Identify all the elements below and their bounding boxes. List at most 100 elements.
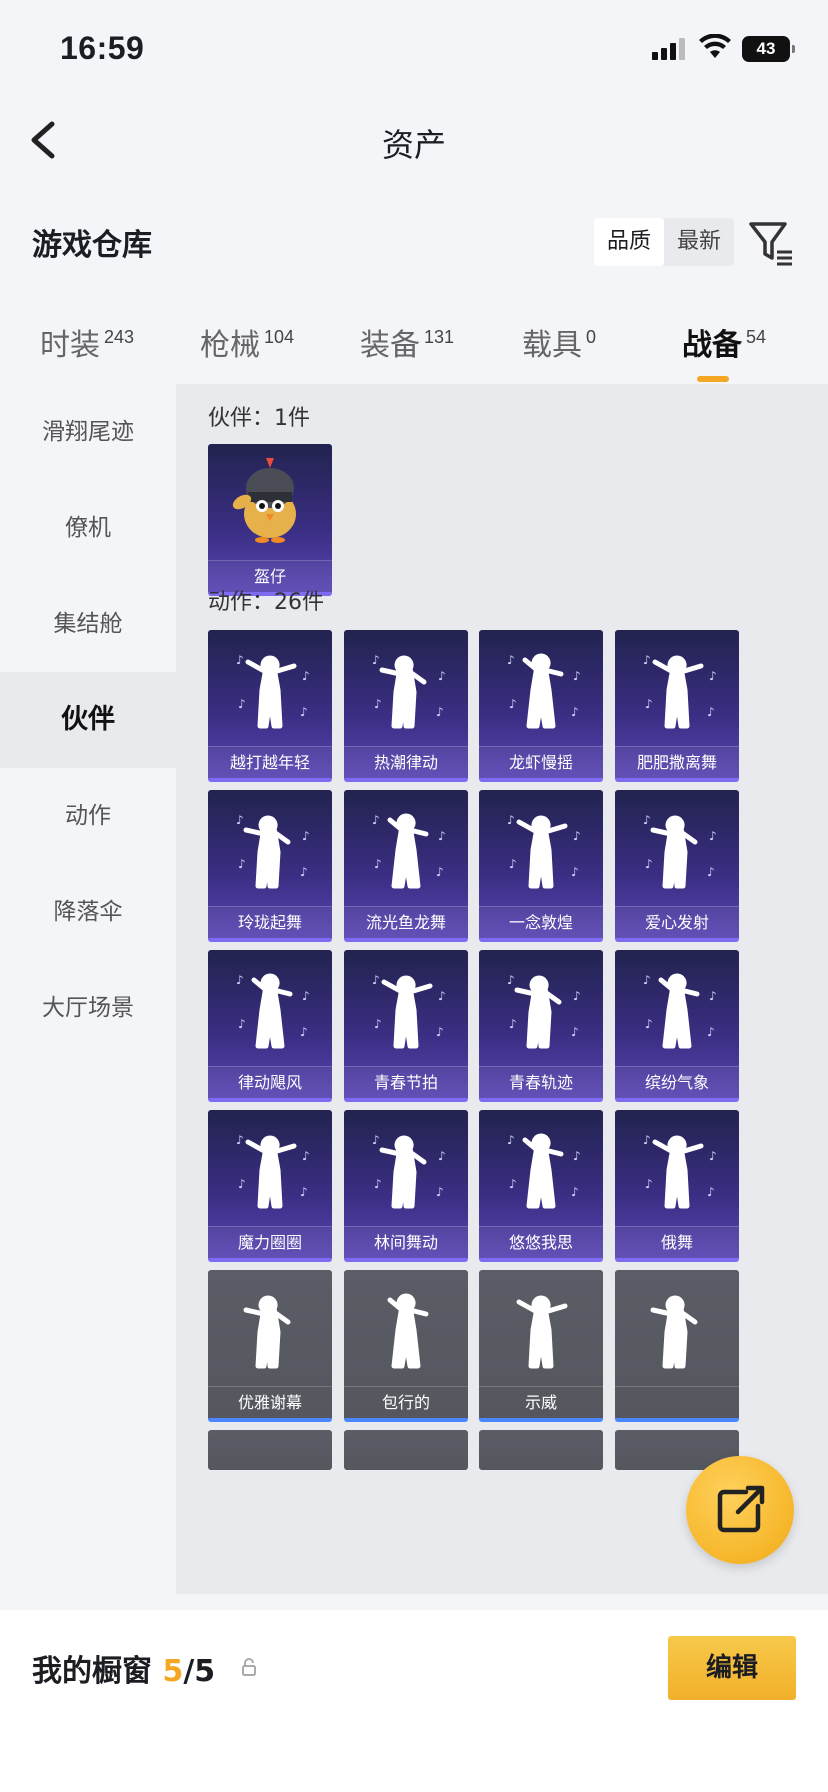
music-note-icon: ♪ <box>436 865 444 879</box>
action-card[interactable]: ♪ ♪ ♪ ♪ 爱心发射 <box>615 790 739 942</box>
side-nav: 滑翔尾迹 僚机 集结舱 伙伴 动作 降落伞 大厅场景 <box>0 384 176 1594</box>
sort-quality-button[interactable]: 品质 <box>594 218 664 266</box>
share-button[interactable] <box>686 1456 794 1564</box>
dancer-silhouette-icon: ♪ ♪ ♪ ♪ <box>236 1133 310 1209</box>
card-label: 玲珑起舞 <box>208 906 332 938</box>
action-card[interactable] <box>615 1270 739 1422</box>
music-note-icon: ♪ <box>438 989 446 1003</box>
music-note-icon: ♪ <box>302 989 310 1003</box>
battery-icon: 43 <box>742 36 795 62</box>
music-note-icon: ♪ <box>571 865 579 879</box>
dancer-silhouette-icon: ♪ ♪ ♪ ♪ <box>643 653 717 729</box>
sidebar-item-lobby-scene[interactable]: 大厅场景 <box>0 960 176 1056</box>
dancer-silhouette-icon: ♪ ♪ ♪ ♪ <box>507 653 581 729</box>
dancer-silhouette-icon: ♪ ♪ ♪ ♪ <box>372 813 446 889</box>
cellular-signal-icon <box>652 38 688 60</box>
action-card[interactable]: 优雅谢幕 <box>208 1270 332 1422</box>
action-card[interactable] <box>344 1430 468 1470</box>
partner-card[interactable]: 盔仔 <box>208 444 332 596</box>
dancer-silhouette-icon <box>650 1295 698 1369</box>
wifi-icon <box>699 34 731 58</box>
action-card[interactable]: ♪ ♪ ♪ ♪ 青春轨迹 <box>479 950 603 1102</box>
music-note-icon: ♪ <box>302 1149 310 1163</box>
action-card[interactable] <box>479 1430 603 1470</box>
action-card[interactable]: ♪ ♪ ♪ ♪ 俄舞 <box>615 1110 739 1262</box>
sidebar-item-actions[interactable]: 动作 <box>0 768 176 864</box>
sidebar-item-partner[interactable]: 伙伴 <box>0 672 176 768</box>
music-note-icon: ♪ <box>300 1025 308 1039</box>
sort-toggle: 品质 最新 <box>594 218 734 266</box>
sidebar-item-rally-pod[interactable]: 集结舱 <box>0 576 176 672</box>
card-label: 魔力圈圈 <box>208 1226 332 1258</box>
card-label: 优雅谢幕 <box>208 1386 332 1418</box>
action-card[interactable]: ♪ ♪ ♪ ♪ 肥肥撒离舞 <box>615 630 739 782</box>
music-note-icon: ♪ <box>236 973 244 987</box>
dancer-silhouette-icon: ♪ ♪ ♪ ♪ <box>643 1133 717 1209</box>
tab-firearms[interactable]: 枪械 104 <box>200 320 294 364</box>
dancer-silhouette-icon: ♪ ♪ ♪ ♪ <box>372 653 446 729</box>
dancer-silhouette-icon: ♪ ♪ ♪ ♪ <box>372 1133 446 1209</box>
tab-battle-prep[interactable]: 战备 54 <box>682 320 766 382</box>
dancer-silhouette-icon: ♪ ♪ ♪ ♪ <box>643 973 717 1049</box>
lock-icon <box>242 1658 256 1676</box>
card-label: 青春节拍 <box>344 1066 468 1098</box>
music-note-icon: ♪ <box>509 1177 517 1191</box>
music-note-icon: ♪ <box>571 705 579 719</box>
partner-group-title: 伙伴：1件 <box>208 406 310 431</box>
action-card[interactable]: ♪ ♪ ♪ ♪ 悠悠我思 <box>479 1110 603 1262</box>
action-card[interactable]: ♪ ♪ ♪ ♪ 林间舞动 <box>344 1110 468 1262</box>
card-label: 一念敦煌 <box>479 906 603 938</box>
action-card[interactable]: ♪ ♪ ♪ ♪ 热潮律动 <box>344 630 468 782</box>
sidebar-item-glide-trail[interactable]: 滑翔尾迹 <box>0 384 176 480</box>
card-label: 律动飓风 <box>208 1066 332 1098</box>
music-note-icon: ♪ <box>709 829 717 843</box>
title-bar: 资产 <box>0 100 828 180</box>
tab-fashion[interactable]: 时装 243 <box>40 320 134 364</box>
dancer-silhouette-icon: ♪ ♪ ♪ ♪ <box>507 813 581 889</box>
action-group-title: 动作：26件 <box>208 590 324 615</box>
action-card[interactable]: ♪ ♪ ♪ ♪ 缤纷气象 <box>615 950 739 1102</box>
action-card[interactable]: 示威 <box>479 1270 603 1422</box>
action-card[interactable]: ♪ ♪ ♪ ♪ 玲珑起舞 <box>208 790 332 942</box>
action-card[interactable]: ♪ ♪ ♪ ♪ 流光鱼龙舞 <box>344 790 468 942</box>
dancer-silhouette-icon <box>243 1295 291 1369</box>
music-note-icon: ♪ <box>643 1133 651 1147</box>
dancer-silhouette-icon: ♪ ♪ ♪ ♪ <box>643 813 717 889</box>
sort-newest-button[interactable]: 最新 <box>664 218 734 266</box>
action-card[interactable]: ♪ ♪ ♪ ♪ 律动飓风 <box>208 950 332 1102</box>
sidebar-item-parachute[interactable]: 降落伞 <box>0 864 176 960</box>
action-card[interactable]: ♪ ♪ ♪ ♪ 龙虾慢摇 <box>479 630 603 782</box>
action-card[interactable]: ♪ ♪ ♪ ♪ 魔力圈圈 <box>208 1110 332 1262</box>
music-note-icon: ♪ <box>436 1185 444 1199</box>
dancer-silhouette-icon: ♪ ♪ ♪ ♪ <box>372 973 446 1049</box>
action-card[interactable]: ♪ ♪ ♪ ♪ 青春节拍 <box>344 950 468 1102</box>
music-note-icon: ♪ <box>509 857 517 871</box>
action-card[interactable]: ♪ ♪ ♪ ♪ 越打越年轻 <box>208 630 332 782</box>
dancer-silhouette-icon <box>387 1293 429 1369</box>
filter-icon[interactable] <box>748 218 794 266</box>
music-note-icon: ♪ <box>709 669 717 683</box>
tab-vehicles[interactable]: 载具 0 <box>522 320 596 364</box>
music-note-icon: ♪ <box>236 653 244 667</box>
music-note-icon: ♪ <box>573 669 581 683</box>
music-note-icon: ♪ <box>300 1185 308 1199</box>
sidebar-item-wingman[interactable]: 僚机 <box>0 480 176 576</box>
music-note-icon: ♪ <box>573 989 581 1003</box>
edit-button[interactable]: 编辑 <box>668 1636 796 1700</box>
music-note-icon: ♪ <box>238 1017 246 1031</box>
card-label: 爱心发射 <box>615 906 739 938</box>
music-note-icon: ♪ <box>507 973 515 987</box>
action-card[interactable] <box>208 1430 332 1470</box>
action-card[interactable]: ♪ ♪ ♪ ♪ 一念敦煌 <box>479 790 603 942</box>
music-note-icon: ♪ <box>436 705 444 719</box>
tab-label: 装备 <box>360 328 420 363</box>
music-note-icon: ♪ <box>238 1177 246 1191</box>
category-tabs: 时装 243 枪械 104 装备 131 载具 0 战备 54 <box>0 310 828 382</box>
action-card[interactable]: 包行的 <box>344 1270 468 1422</box>
music-note-icon: ♪ <box>236 1133 244 1147</box>
music-note-icon: ♪ <box>436 1025 444 1039</box>
tab-equipment[interactable]: 装备 131 <box>360 320 454 364</box>
card-label: 林间舞动 <box>344 1226 468 1258</box>
music-note-icon: ♪ <box>643 653 651 667</box>
music-note-icon: ♪ <box>372 813 380 827</box>
